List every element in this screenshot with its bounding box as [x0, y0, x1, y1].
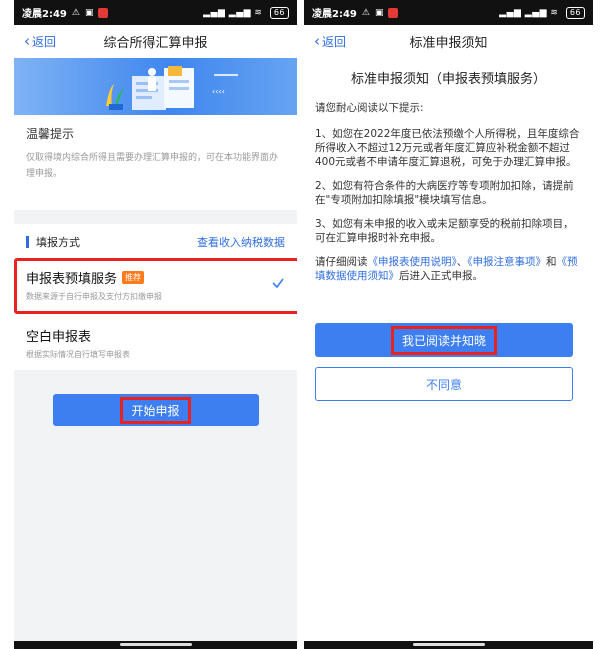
option-title: 空白申报表 [26, 330, 92, 345]
disagree-button[interactable]: 不同意 [315, 367, 573, 401]
status-bar: 凌晨2:49 ⚠ ▣ ▂▄▆ ▂▄▆ ≋ 66 [304, 0, 593, 25]
signal-icons: ▂▄▆ ▂▄▆ ≋ 66 [203, 6, 289, 19]
tips-panel: 温馨提示 仅取得境内综合所得且需要办理汇算申报的，可在本功能界面办理申报。 [14, 115, 297, 210]
left-screen: 凌晨2:49 ⚠ ▣ ▂▄▆ ▂▄▆ ≋ 66 ‹ 返回 综合所得汇算申报 ‹‹… [14, 0, 297, 649]
notice-title: 标准申报须知（申报表预填服务） [350, 72, 546, 87]
back-button[interactable]: ‹ 返回 [24, 25, 56, 58]
disagree-button-label: 不同意 [425, 377, 462, 392]
tips-title: 温馨提示 [26, 127, 75, 141]
option-title: 申报表预填服务 [26, 272, 118, 287]
notice-item-2: 2、如您有符合条件的大病医疗等专项附加扣除，请提前在"专项附加扣除填报"模块填写… [315, 180, 574, 206]
home-indicator[interactable] [412, 643, 485, 646]
option-desc: 数据来源于自行申报及支付方扣缴申报 [26, 292, 162, 301]
nav-bar: ‹ 返回 综合所得汇算申报 [14, 25, 297, 58]
back-label: 返回 [32, 35, 57, 49]
recommend-badge: 推荐 [122, 271, 145, 284]
read-prompt-sep: 、 [456, 256, 468, 268]
agree-button[interactable]: 我已阅读并知晓 [315, 323, 573, 357]
banner-illustration: ‹‹‹‹ [14, 58, 297, 115]
app-notification-icon [98, 7, 109, 18]
chevron-left-icon: ‹ [24, 32, 30, 50]
fill-method-header: 填报方式 查看收入纳税数据 [14, 224, 297, 260]
gallery-icon: ▣ [374, 7, 384, 18]
checkmark-icon [272, 278, 284, 289]
option-desc: 根据实际情况自行填写申报表 [26, 350, 130, 359]
app-notification-icon [388, 7, 399, 18]
battery-icon: 66 [269, 6, 289, 19]
svg-text:‹‹‹‹: ‹‹‹‹ [212, 87, 225, 96]
gallery-icon: ▣ [84, 7, 94, 18]
option-blank-form[interactable]: 空白申报表 根据实际情况自行填写申报表 [14, 318, 297, 370]
declaration-notes-link[interactable]: 《申报注意事项》 [467, 256, 546, 268]
start-button-label: 开始申报 [120, 396, 191, 424]
tips-text: 仅取得境内综合所得且需要办理汇算申报的，可在本功能界面办理申报。 [26, 153, 279, 179]
read-prompt: 请仔细阅读《申报表使用说明》、《申报注意事项》和《预填数据使用须知》后进入正式申… [315, 255, 582, 283]
agree-button-label: 我已阅读并知晓 [390, 325, 497, 355]
view-income-tax-data-link[interactable]: 查看收入纳税数据 [197, 234, 285, 250]
start-area: 开始申报 [14, 370, 297, 426]
start-declaration-button[interactable]: 开始申报 [52, 394, 259, 426]
chevron-left-icon: ‹ [314, 32, 320, 50]
signal-icons: ▂▄▆ ▂▄▆ ≋ 66 [499, 6, 585, 19]
read-prompt-and: 和 [546, 256, 557, 268]
notice-item-1: 1、如您在2022年度已依法预缴个人所得税，且年度综合所得收入不超过12万元或者… [315, 128, 580, 168]
home-indicator-bar [304, 641, 593, 649]
read-prompt-suffix: 后进入正式申报。 [399, 270, 483, 282]
section-accent-bar [26, 236, 29, 248]
notification-icon: ⚠ [361, 7, 370, 18]
notice-intro: 请您耐心阅读以下提示: [315, 102, 424, 114]
battery-icon: 66 [565, 6, 585, 19]
home-indicator[interactable] [119, 643, 192, 646]
usage-guide-link[interactable]: 《申报表使用说明》 [368, 256, 457, 268]
fill-method-section: 填报方式 查看收入纳税数据 申报表预填服务 推荐 数据来源于自行申报及支付方扣缴… [14, 224, 297, 370]
status-time: 凌晨2:49 [312, 9, 357, 20]
fill-method-title: 填报方式 [36, 236, 80, 249]
option-title-row: 申报表预填服务 推荐 [26, 268, 285, 287]
right-screen: 凌晨2:49 ⚠ ▣ ▂▄▆ ▂▄▆ ≋ 66 ‹ 返回 标准申报须知 标准申报… [304, 0, 593, 649]
back-label: 返回 [322, 35, 347, 49]
option-title-row: 空白申报表 [26, 326, 285, 345]
read-prompt-prefix: 请仔细阅读 [315, 256, 368, 268]
notice-content: 标准申报须知（申报表预填服务） 请您耐心阅读以下提示: 1、如您在2022年度已… [304, 68, 593, 401]
option-prefill-service[interactable]: 申报表预填服务 推荐 数据来源于自行申报及支付方扣缴申报 [14, 258, 297, 314]
nav-bar: ‹ 返回 标准申报须知 [304, 25, 593, 58]
status-bar: 凌晨2:49 ⚠ ▣ ▂▄▆ ▂▄▆ ≋ 66 [14, 0, 297, 25]
page-title: 标准申报须知 [409, 36, 488, 51]
page-title: 综合所得汇算申报 [103, 36, 208, 51]
home-indicator-bar [14, 641, 297, 649]
back-button[interactable]: ‹ 返回 [314, 25, 346, 58]
banner-graphic: ‹‹‹‹ [106, 66, 238, 110]
notification-icon: ⚠ [71, 7, 80, 18]
notice-item-3: 3、如您有未申报的收入或未足额享受的税前扣除项目，可在汇算申报时补充申报。 [315, 218, 574, 244]
status-time: 凌晨2:49 [22, 9, 67, 20]
